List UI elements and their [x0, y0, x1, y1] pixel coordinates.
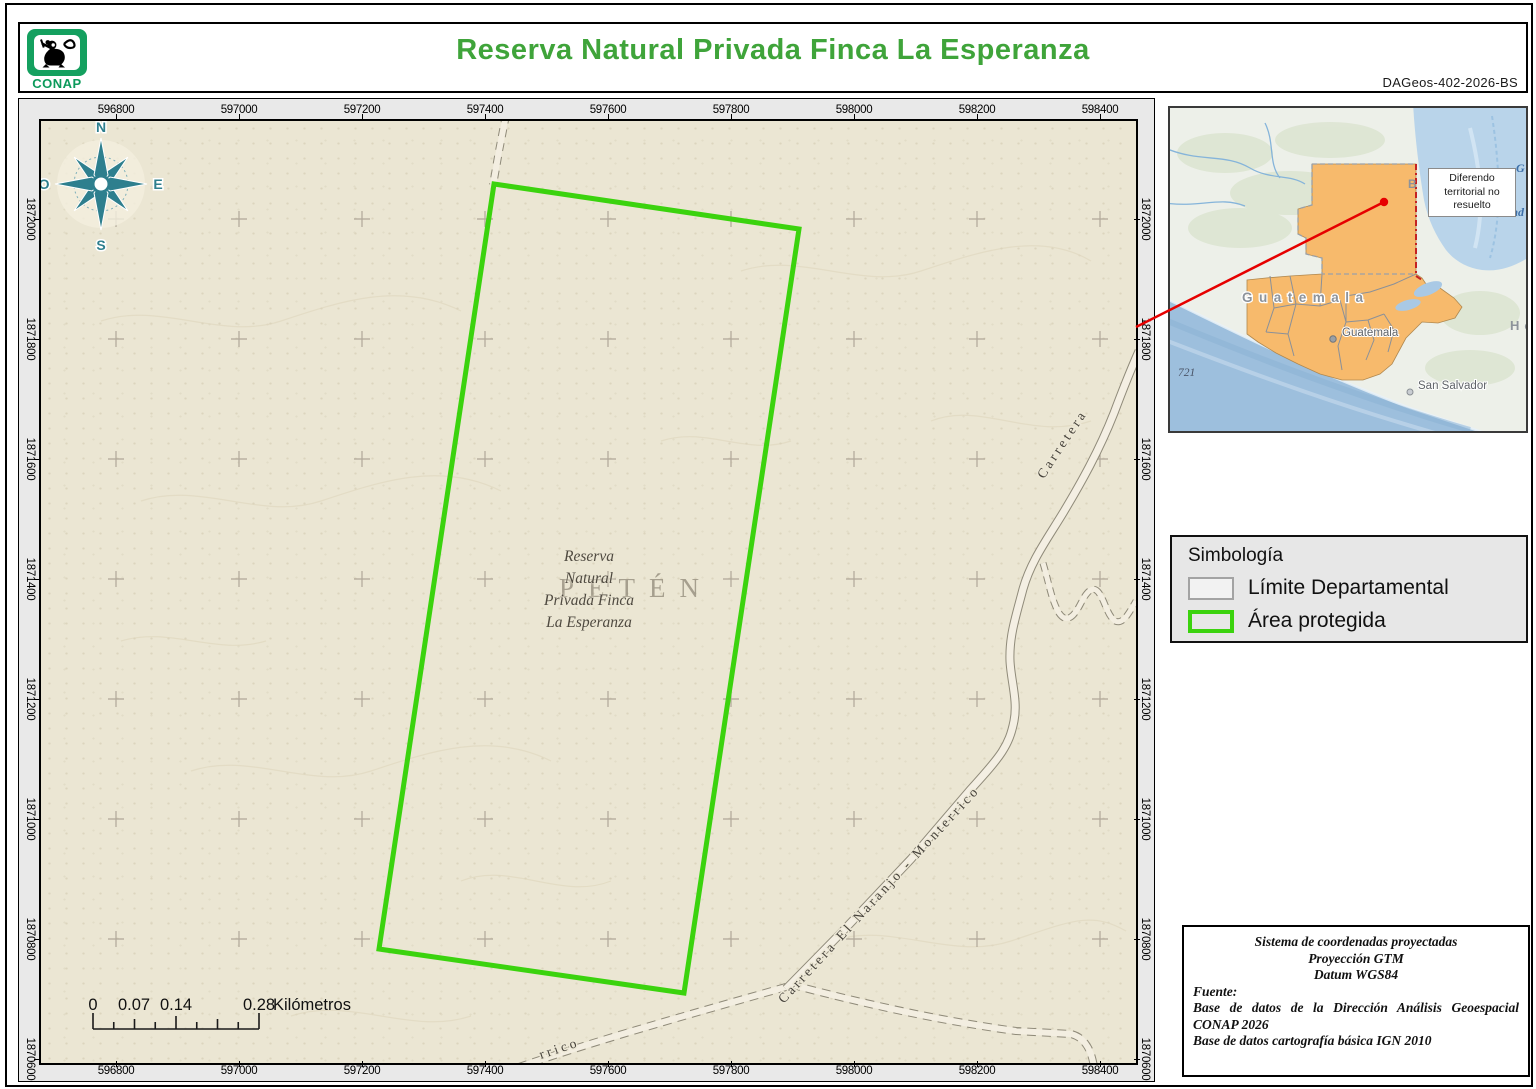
road-carretera-el-naranjo-monterrico — [782, 349, 1136, 993]
axis-label-y: 1870800 — [1139, 917, 1151, 961]
axis-label-y: 1871000 — [1139, 797, 1151, 841]
grid-tick — [1134, 818, 1140, 820]
grid-tick — [484, 114, 486, 120]
road-squiggle-east — [1039, 561, 1136, 626]
conap-logo-text: CONAP — [32, 76, 82, 91]
grid-tick — [1134, 578, 1140, 580]
compass-o-label: O — [41, 176, 50, 192]
legend-item-protected-area: Área protegida — [1188, 609, 1526, 633]
scale-label-014: 0.14 — [160, 996, 192, 1014]
inset-gulf-label-fragment2: G — [1516, 161, 1525, 175]
protected-area-swatch — [1188, 609, 1234, 633]
grid-tick — [1134, 1058, 1140, 1060]
page-title: Reserva Natural Privada Finca La Esperan… — [456, 34, 1090, 66]
legend-item-label: Área protegida — [1248, 609, 1386, 632]
inset-location-map: Guatemala Guatemala San Salvador B Ho 72… — [1168, 106, 1528, 433]
main-map: Carretera El Naranjo - Monterrico Carret… — [39, 119, 1138, 1065]
inset-guatemala-city-dot — [1329, 335, 1337, 343]
info-line-coordinate-system: Sistema de coordenadas proyectadas — [1254, 934, 1458, 949]
legend-item-departmental-limit: Límite Departamental — [1188, 576, 1526, 600]
grid-tick — [607, 114, 609, 120]
grid-tick — [238, 1061, 240, 1067]
axis-label-y: 1871800 — [1139, 317, 1151, 361]
grid-tick — [1099, 114, 1101, 120]
scale-label-0: 0 — [88, 996, 97, 1014]
grid-tick — [1134, 338, 1140, 340]
grid-tick — [34, 698, 40, 700]
area-label-line: Privada Finca — [544, 592, 634, 609]
grid-tick — [34, 578, 40, 580]
projection-info-box: Sistema de coordenadas proyectadas Proye… — [1182, 925, 1530, 1077]
grid-tick — [484, 1061, 486, 1067]
grid-tick — [1099, 1061, 1101, 1067]
scale-label-028: 0.28 — [243, 996, 275, 1014]
grid-tick — [607, 1061, 609, 1067]
departmental-limit-swatch — [1188, 576, 1234, 600]
info-source-1: Base de datos de la Dirección Análisis G… — [1193, 1000, 1519, 1032]
inset-country-label: Guatemala — [1242, 290, 1370, 305]
inset-map-canvas: Guatemala Guatemala San Salvador B Ho 72… — [1170, 108, 1526, 431]
protected-area-name-label: Reserva Natural Privada Finca La Esperan… — [469, 546, 709, 634]
axis-label-y: 1872000 — [1139, 197, 1151, 241]
grid-tick — [34, 458, 40, 460]
grid-tick — [976, 1061, 978, 1067]
grid-tick — [361, 114, 363, 120]
grid-tick — [361, 1061, 363, 1067]
road-label-main: Carretera El Naranjo - Monterrico — [775, 783, 983, 1007]
inset-city-label: Guatemala — [1342, 327, 1399, 339]
area-label-line: Reserva — [564, 548, 614, 565]
grid-tick — [1134, 458, 1140, 460]
document-code: DAGeos-402-2026-BS — [1382, 75, 1518, 90]
scale-label-007: 0.07 — [118, 996, 150, 1014]
title-bar: CONAP Reserva Natural Privada Finca La E… — [18, 22, 1528, 93]
grid-tick — [853, 114, 855, 120]
main-map-frame: Carretera El Naranjo - Monterrico Carret… — [18, 98, 1155, 1082]
grid-tick — [115, 114, 117, 120]
area-label-line: La Esperanza — [546, 614, 632, 631]
compass-s-label: S — [96, 237, 105, 253]
scale-unit-label: Kilómetros — [273, 996, 351, 1014]
compass-rose-icon: N E S O — [41, 121, 164, 255]
grid-tick — [853, 1061, 855, 1067]
grid-tick — [115, 1061, 117, 1067]
legend-box: Simbología Límite Departamental Área pro… — [1170, 535, 1528, 643]
area-label-line: Natural — [564, 570, 614, 587]
info-fuente-label: Fuente: — [1193, 983, 1238, 999]
road-trail-north — [489, 121, 509, 186]
legend-item-label: Límite Departamental — [1248, 576, 1449, 599]
axis-label-y: 1871600 — [1139, 437, 1151, 481]
road-label-fragment: rrico — [537, 1034, 581, 1061]
inset-belize-label-fragment: B — [1408, 177, 1417, 191]
inset-san-salvador-label: San Salvador — [1418, 380, 1487, 392]
road-label-upper: Carretera — [1034, 407, 1090, 482]
grid-tick — [1134, 698, 1140, 700]
legend-title: Simbología — [1188, 545, 1284, 566]
grid-tick — [34, 218, 40, 220]
info-source-2: Base de datos cartografía básica IGN 201… — [1193, 1033, 1432, 1048]
compass-n-label: N — [96, 121, 106, 135]
grid-tick — [730, 114, 732, 120]
grid-tick — [730, 1061, 732, 1067]
info-line-projection: Proyección GTM — [1308, 950, 1404, 966]
scale-bar: 0 0.07 0.14 0.28 Kilómetros — [88, 996, 351, 1030]
territorial-dispute-callout: Diferendo territorial no resuelto — [1428, 168, 1516, 217]
grid-tick — [1134, 938, 1140, 940]
axis-label-y: 1871400 — [1139, 557, 1151, 601]
road-south — [518, 980, 1098, 1063]
info-line-datum: Datum WGS84 — [1313, 967, 1399, 982]
grid-tick — [34, 338, 40, 340]
grid-tick — [1134, 218, 1140, 220]
grid-tick — [34, 938, 40, 940]
grid-tick — [34, 1058, 40, 1060]
map-document-page: CONAP Reserva Natural Privada Finca La E… — [0, 0, 1536, 1089]
axis-label-y: 1871200 — [1139, 677, 1151, 721]
inset-san-salvador-dot — [1406, 388, 1414, 396]
inset-depth-label: 721 — [1178, 367, 1195, 379]
inset-honduras-label-fragment: Ho — [1510, 318, 1526, 333]
compass-e-label: E — [153, 176, 162, 192]
grid-tick — [238, 114, 240, 120]
axis-label-y: 1870600 — [1139, 1037, 1151, 1081]
grid-tick — [34, 818, 40, 820]
grid-tick — [976, 114, 978, 120]
